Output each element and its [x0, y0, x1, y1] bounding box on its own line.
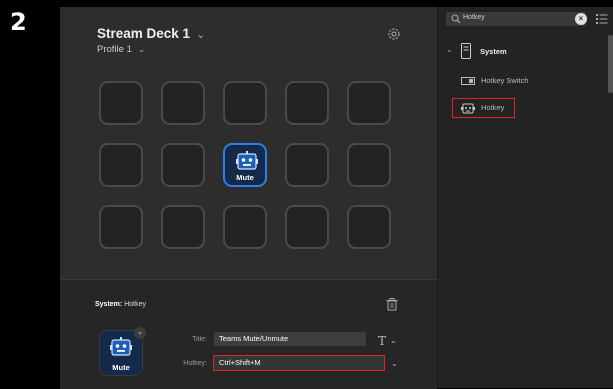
key-preview[interactable]: ⌄ Mute [99, 327, 146, 376]
gear-icon[interactable] [386, 26, 402, 42]
inspector-title: System: Hotkey [95, 301, 146, 308]
key-slot[interactable] [161, 81, 205, 125]
chevron-down-icon[interactable]: ⌄ [134, 327, 146, 339]
search-query: Hotkey [463, 14, 485, 21]
chevron-down-icon[interactable]: ⌄ [390, 336, 397, 345]
text-format-icon[interactable]: T [378, 334, 386, 348]
search-input[interactable]: Hotkey × [446, 12, 587, 26]
key-slot[interactable] [347, 81, 391, 125]
key-slot[interactable] [347, 143, 391, 187]
key-slot[interactable] [285, 205, 329, 249]
chevron-down-icon: ⌄ [137, 44, 146, 54]
search-icon [451, 14, 461, 24]
title-label: Title: [192, 336, 207, 343]
profile-name: Profile 1 [97, 44, 132, 55]
key-slot[interactable] [285, 143, 329, 187]
key-grid: Mute [99, 81, 399, 259]
list-view-icon[interactable] [596, 13, 608, 25]
clear-icon[interactable]: × [575, 13, 587, 25]
hotkey-input[interactable]: Ctrl+Shift+M [213, 355, 385, 371]
key-slot[interactable] [99, 81, 143, 125]
category-label: System [480, 47, 507, 56]
device-name: Stream Deck 1 [97, 26, 191, 41]
robot-icon [236, 151, 258, 170]
scrollbar[interactable] [608, 35, 613, 93]
hotkey-switch-icon [461, 77, 475, 85]
hotkey-label: Hotkey: [183, 360, 207, 367]
action-hotkey[interactable]: Hotkey [452, 98, 515, 118]
key-slot[interactable] [285, 81, 329, 125]
key-slot[interactable] [223, 205, 267, 249]
profile-selector[interactable]: Profile 1 ⌄ [97, 44, 145, 55]
trash-icon[interactable] [386, 298, 398, 311]
robot-icon [110, 337, 132, 356]
step-number: 2 [10, 8, 27, 36]
category-system[interactable]: ⌄ System [446, 43, 606, 59]
key-slot-mute[interactable]: Mute [223, 143, 267, 187]
actions-panel: Hotkey × ⌄ System Hotkey Switch Hotkey [437, 7, 613, 388]
key-title: Mute [236, 173, 254, 182]
chevron-down-icon: ⌄ [446, 45, 453, 54]
key-slot[interactable] [99, 143, 143, 187]
title-input[interactable]: Teams Mute/Unmute [214, 332, 366, 346]
action-hotkey-switch[interactable]: Hotkey Switch [453, 72, 563, 90]
device-selector[interactable]: Stream Deck 1 ⌄ [97, 26, 205, 41]
chevron-down-icon: ⌄ [196, 29, 206, 41]
key-slot[interactable] [161, 143, 205, 187]
key-slot[interactable] [223, 81, 267, 125]
key-slot[interactable] [161, 205, 205, 249]
device-icon [461, 43, 471, 59]
key-slot[interactable] [99, 205, 143, 249]
chevron-down-icon[interactable]: ⌄ [391, 359, 398, 368]
stream-deck-app: Stream Deck 1 ⌄ Profile 1 ⌄ Mute System:… [60, 7, 613, 389]
key-slot[interactable] [347, 205, 391, 249]
action-label: Hotkey Switch [481, 76, 529, 85]
inspector-category: System: [95, 301, 123, 308]
hotkey-icon [461, 103, 475, 114]
inspector-action: Hotkey [124, 301, 146, 308]
preview-title: Mute [112, 363, 130, 372]
action-label: Hotkey [481, 103, 505, 112]
